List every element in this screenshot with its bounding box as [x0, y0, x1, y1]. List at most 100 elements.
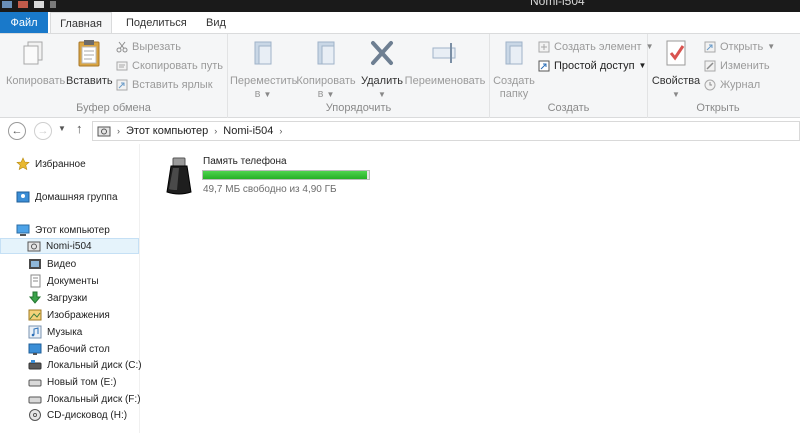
documents-icon	[30, 274, 41, 288]
properties-qat-icon[interactable]	[2, 1, 12, 8]
paste-button[interactable]: Вставить	[66, 38, 113, 88]
navigation-pane: Избранное Домашняя группа Этот компьютер…	[0, 144, 142, 433]
phone-storage-item[interactable]: Память телефона 49,7 МБ свободно из 4,90…	[161, 154, 401, 198]
content-pane: Память телефона 49,7 МБ свободно из 4,90…	[141, 144, 800, 433]
address-bar-row: ← → ▼ ↑ › Этот компьютер › Nomi-i504 ›	[0, 118, 800, 144]
nav-item-desktop[interactable]: Рабочий стол	[0, 341, 139, 357]
nav-item-drive-f[interactable]: Локальный диск (F:)	[0, 391, 141, 407]
hard-drive-icon	[28, 396, 42, 404]
new-item-icon	[538, 41, 550, 53]
create-group: Создать папку Создать элемент ▼ Простой …	[490, 34, 653, 118]
breadcrumb-device[interactable]: Nomi-i504	[223, 125, 273, 137]
nav-item-drive-h[interactable]: CD-дисковод (H:)	[0, 407, 139, 423]
nav-item-drive-c[interactable]: Локальный диск (C:)	[0, 357, 142, 373]
arrow-up-icon: ↑	[76, 121, 83, 136]
undo-qat-icon[interactable]	[18, 1, 28, 8]
tab-view[interactable]: Вид	[194, 12, 238, 34]
history-icon	[704, 79, 716, 91]
cut-button[interactable]: Вырезать	[116, 38, 181, 56]
tab-file[interactable]: Файл	[0, 12, 48, 34]
device-name: Память телефона	[203, 156, 287, 167]
storage-usage-bar	[202, 170, 370, 180]
storage-usage-fill	[203, 171, 368, 179]
homegroup-icon	[16, 191, 30, 203]
copy-to-button[interactable]: Копировать в ▼	[296, 38, 356, 101]
quick-access-toolbar	[0, 0, 56, 12]
copy-icon	[23, 41, 43, 65]
nav-homegroup[interactable]: Домашняя группа	[16, 189, 155, 205]
back-button[interactable]: ←	[8, 122, 26, 140]
video-icon	[29, 259, 41, 269]
copy-path-button[interactable]: Скопировать путь	[116, 57, 223, 75]
tab-share[interactable]: Поделиться	[114, 12, 199, 34]
nav-item-downloads[interactable]: Загрузки	[0, 290, 139, 306]
open-icon	[704, 41, 716, 53]
copy-path-icon	[116, 61, 128, 71]
chevron-down-icon: ▼	[58, 124, 66, 133]
arrow-right-icon: →	[37, 125, 49, 137]
new-item-button[interactable]: Создать элемент ▼	[538, 38, 653, 56]
properties-checkmark-icon	[666, 40, 686, 66]
music-icon	[28, 325, 42, 339]
nav-item-music[interactable]: Музыка	[0, 324, 139, 340]
star-icon	[16, 157, 30, 171]
free-space-text: 49,7 МБ свободно из 4,90 ГБ	[203, 184, 337, 195]
up-button[interactable]: ↑	[76, 121, 83, 136]
clipboard-group-label: Буфер обмена	[76, 102, 151, 114]
tab-home[interactable]: Главная	[50, 12, 112, 34]
download-arrow-icon	[28, 291, 42, 304]
copy-to-icon	[317, 41, 335, 65]
nav-item-drive-e[interactable]: Новый том (E:)	[0, 374, 139, 390]
move-to-button[interactable]: Переместить в ▼	[230, 38, 297, 101]
paste-shortcut-button[interactable]: Вставить ярлык	[116, 76, 213, 94]
new-folder-button[interactable]: Создать папку	[492, 38, 536, 101]
pictures-icon	[28, 309, 42, 321]
open-group: Свойства ▼ Открыть ▼ Изменить Журнал Отк…	[648, 34, 788, 118]
delete-x-icon	[371, 41, 393, 65]
edit-icon	[704, 60, 716, 72]
camera-device-icon	[27, 241, 41, 252]
copy-button[interactable]: Копировать	[6, 38, 65, 88]
window-title: Nomi-i504	[530, 0, 585, 8]
nav-item-documents[interactable]: Документы	[0, 273, 139, 289]
organize-group: Переместить в ▼ Копировать в ▼ Удалить ▼…	[228, 34, 490, 118]
breadcrumb-separator-icon: ›	[214, 126, 218, 136]
system-drive-icon	[28, 360, 42, 370]
computer-icon	[16, 224, 30, 236]
arrow-left-icon: ←	[11, 125, 23, 137]
nav-item-videos[interactable]: Видео	[0, 256, 139, 272]
new-folder-icon	[505, 41, 523, 65]
paste-icon	[78, 40, 100, 67]
rename-icon	[432, 43, 456, 63]
nav-item-nomi[interactable]: Nomi-i504	[0, 238, 139, 254]
history-button[interactable]: Журнал	[704, 76, 760, 94]
cd-drive-icon	[29, 409, 41, 421]
breadcrumb-this-pc[interactable]: Этот компьютер	[126, 125, 208, 137]
desktop-icon	[28, 343, 42, 355]
camera-device-icon	[97, 126, 111, 137]
open-button[interactable]: Открыть ▼	[704, 38, 775, 56]
open-group-label: Открыть	[696, 102, 740, 114]
address-field[interactable]: › Этот компьютер › Nomi-i504 ›	[92, 121, 800, 141]
shortcut-icon	[116, 79, 128, 91]
nav-this-pc[interactable]: Этот компьютер	[16, 222, 155, 238]
properties-button[interactable]: Свойства ▼	[650, 38, 702, 101]
ribbon-tabs: Файл Главная Поделиться Вид	[0, 12, 800, 34]
folder-qat-icon[interactable]	[34, 1, 44, 8]
recent-locations-button[interactable]: ▼	[58, 124, 66, 133]
rename-button[interactable]: Переименовать	[404, 38, 486, 88]
nav-favorites[interactable]: Избранное	[16, 156, 155, 172]
hard-drive-icon	[28, 379, 42, 387]
usb-device-icon	[166, 157, 192, 195]
nav-item-pictures[interactable]: Изображения	[0, 307, 139, 323]
easy-access-button[interactable]: Простой доступ ▼	[538, 57, 646, 75]
forward-button[interactable]: →	[34, 122, 52, 140]
edit-button[interactable]: Изменить	[704, 57, 770, 75]
delete-button[interactable]: Удалить ▼	[360, 38, 404, 101]
dropdown-qat-icon[interactable]	[50, 1, 56, 8]
scissors-icon	[116, 41, 128, 53]
ribbon: Копировать Вставить Вырезать Скопировать…	[0, 33, 800, 118]
easy-access-icon	[538, 60, 550, 72]
organize-group-label: Упорядочить	[325, 102, 392, 114]
breadcrumb-separator-icon: ›	[279, 126, 283, 136]
